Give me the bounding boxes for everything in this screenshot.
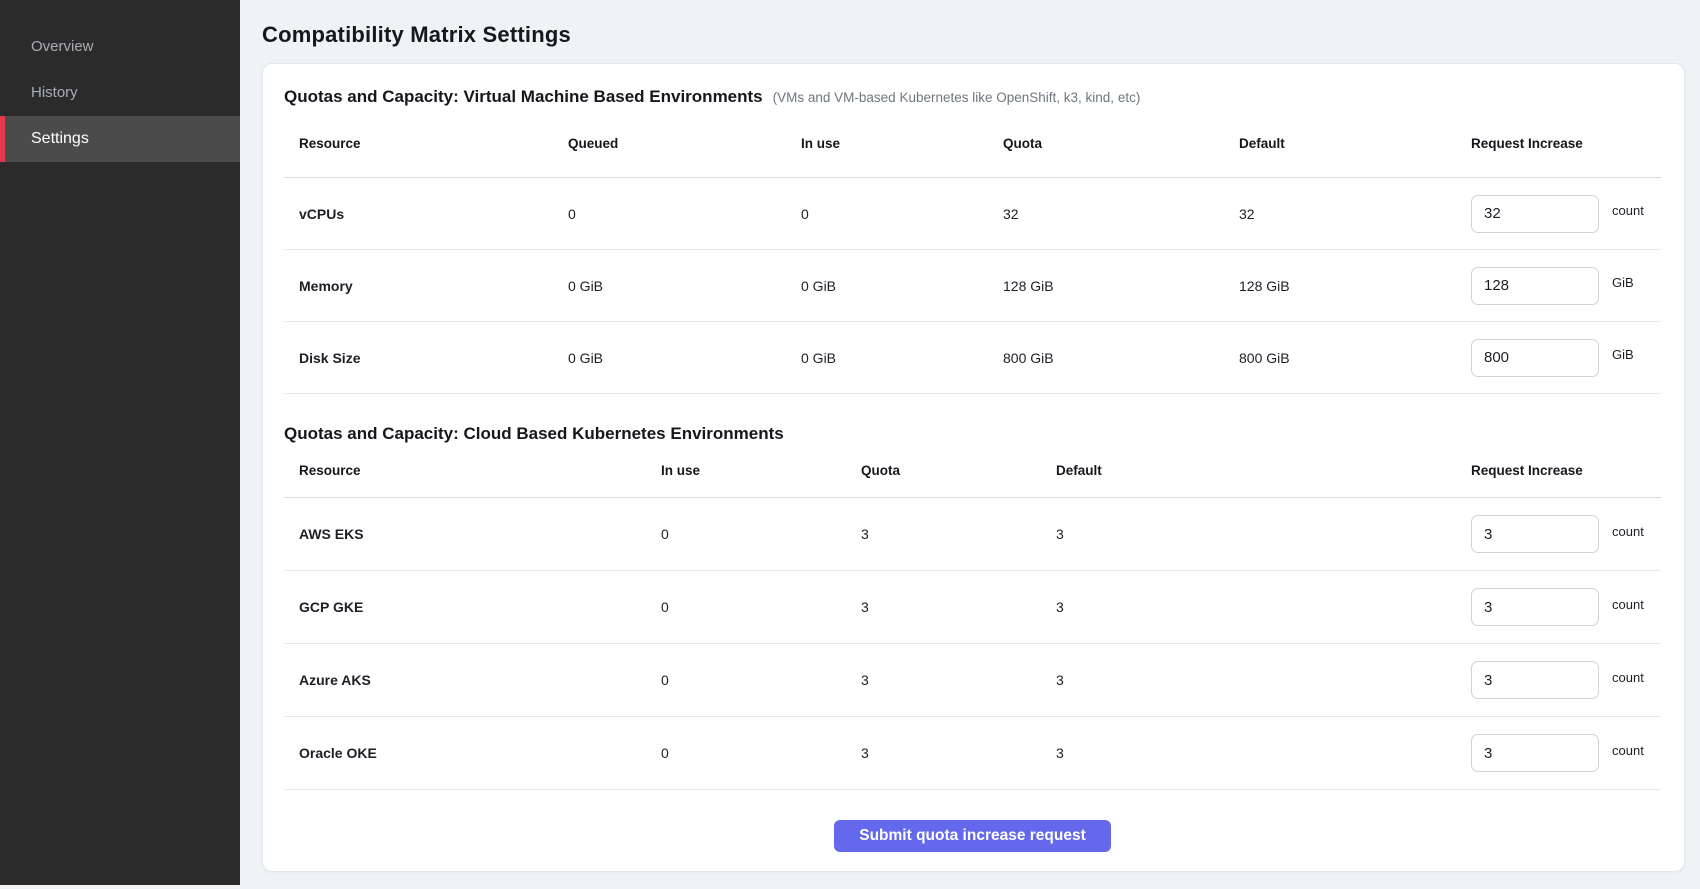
request-increase-cell: GiB — [1471, 339, 1663, 377]
table-row-vcpus: vCPUs 0 0 32 32 count — [284, 178, 1661, 250]
in-use-value: 0 — [661, 599, 861, 615]
column-header-quota: Quota — [861, 463, 1056, 478]
column-header-resource: Resource — [284, 136, 568, 151]
vcpus-request-input[interactable] — [1471, 195, 1599, 233]
in-use-value: 0 — [661, 745, 861, 761]
request-increase-cell: count — [1471, 661, 1663, 699]
settings-card: Quotas and Capacity: Virtual Machine Bas… — [262, 63, 1685, 872]
section-vm-title: Quotas and Capacity: Virtual Machine Bas… — [284, 84, 763, 110]
quota-value: 3 — [861, 599, 1056, 615]
sidebar-item-history[interactable]: History — [0, 70, 240, 116]
request-increase-cell: GiB — [1471, 267, 1663, 305]
gcp-gke-request-input[interactable] — [1471, 588, 1599, 626]
quota-value: 128 GiB — [1003, 278, 1239, 294]
default-value: 800 GiB — [1239, 350, 1471, 366]
column-header-request-increase: Request Increase — [1471, 463, 1663, 478]
column-header-default: Default — [1056, 463, 1471, 478]
resource-name: vCPUs — [284, 206, 568, 222]
queued-value: 0 — [568, 206, 801, 222]
submit-button-row: Submit quota increase request — [284, 820, 1661, 852]
resource-name: GCP GKE — [284, 599, 661, 615]
aws-eks-request-input[interactable] — [1471, 515, 1599, 553]
column-header-queued: Queued — [568, 136, 801, 151]
default-value: 128 GiB — [1239, 278, 1471, 294]
in-use-value: 0 — [801, 206, 1003, 222]
sidebar: Overview History Settings — [0, 0, 240, 885]
quota-value: 800 GiB — [1003, 350, 1239, 366]
quota-value: 32 — [1003, 206, 1239, 222]
resource-name: Memory — [284, 278, 568, 294]
cloud-table-header: Resource In use Quota Default Request In… — [284, 444, 1661, 498]
request-increase-cell: count — [1471, 195, 1663, 233]
in-use-value: 0 — [661, 526, 861, 542]
unit-label: count — [1612, 743, 1644, 758]
resource-name: Oracle OKE — [284, 745, 661, 761]
table-row-azure-aks: Azure AKS 0 3 3 count — [284, 644, 1661, 717]
unit-label: count — [1612, 670, 1644, 685]
unit-label: GiB — [1612, 275, 1634, 290]
sidebar-item-overview[interactable]: Overview — [0, 24, 240, 70]
unit-label: count — [1612, 203, 1644, 218]
default-value: 3 — [1056, 599, 1471, 615]
unit-label: count — [1612, 597, 1644, 612]
table-row-aws-eks: AWS EKS 0 3 3 count — [284, 498, 1661, 571]
quota-value: 3 — [861, 526, 1056, 542]
disk-size-request-input[interactable] — [1471, 339, 1599, 377]
resource-name: Disk Size — [284, 350, 568, 366]
column-header-default: Default — [1239, 136, 1471, 151]
unit-label: count — [1612, 524, 1644, 539]
request-increase-cell: count — [1471, 734, 1663, 772]
column-header-quota: Quota — [1003, 136, 1239, 151]
table-row-gcp-gke: GCP GKE 0 3 3 count — [284, 571, 1661, 644]
table-row-disk-size: Disk Size 0 GiB 0 GiB 800 GiB 800 GiB Gi… — [284, 322, 1661, 394]
default-value: 32 — [1239, 206, 1471, 222]
request-increase-cell: count — [1471, 588, 1663, 626]
section-vm-subtitle: (VMs and VM-based Kubernetes like OpenSh… — [773, 90, 1141, 105]
quota-value: 3 — [861, 745, 1056, 761]
resource-name: Azure AKS — [284, 672, 661, 688]
in-use-value: 0 GiB — [801, 278, 1003, 294]
memory-request-input[interactable] — [1471, 267, 1599, 305]
resource-name: AWS EKS — [284, 526, 661, 542]
vm-table-header: Resource Queued In use Quota Default Req… — [284, 110, 1661, 178]
column-header-resource: Resource — [284, 463, 661, 478]
main-content: Compatibility Matrix Settings Quotas and… — [240, 0, 1700, 889]
in-use-value: 0 — [661, 672, 861, 688]
sidebar-item-settings[interactable]: Settings — [0, 116, 240, 162]
column-header-request-increase: Request Increase — [1471, 136, 1663, 151]
section-cloud-title: Quotas and Capacity: Cloud Based Kuberne… — [284, 424, 1661, 444]
in-use-value: 0 GiB — [801, 350, 1003, 366]
submit-quota-increase-button[interactable]: Submit quota increase request — [834, 820, 1111, 852]
table-row-oracle-oke: Oracle OKE 0 3 3 count — [284, 717, 1661, 790]
request-increase-cell: count — [1471, 515, 1663, 553]
section-vm-title-row: Quotas and Capacity: Virtual Machine Bas… — [284, 84, 1661, 110]
quota-value: 3 — [861, 672, 1056, 688]
default-value: 3 — [1056, 745, 1471, 761]
column-header-in-use: In use — [661, 463, 861, 478]
default-value: 3 — [1056, 526, 1471, 542]
page-title: Compatibility Matrix Settings — [262, 22, 1700, 48]
queued-value: 0 GiB — [568, 350, 801, 366]
oracle-oke-request-input[interactable] — [1471, 734, 1599, 772]
sidebar-nav: Overview History Settings — [0, 24, 240, 162]
table-row-memory: Memory 0 GiB 0 GiB 128 GiB 128 GiB GiB — [284, 250, 1661, 322]
default-value: 3 — [1056, 672, 1471, 688]
azure-aks-request-input[interactable] — [1471, 661, 1599, 699]
unit-label: GiB — [1612, 347, 1634, 362]
column-header-in-use: In use — [801, 136, 1003, 151]
queued-value: 0 GiB — [568, 278, 801, 294]
